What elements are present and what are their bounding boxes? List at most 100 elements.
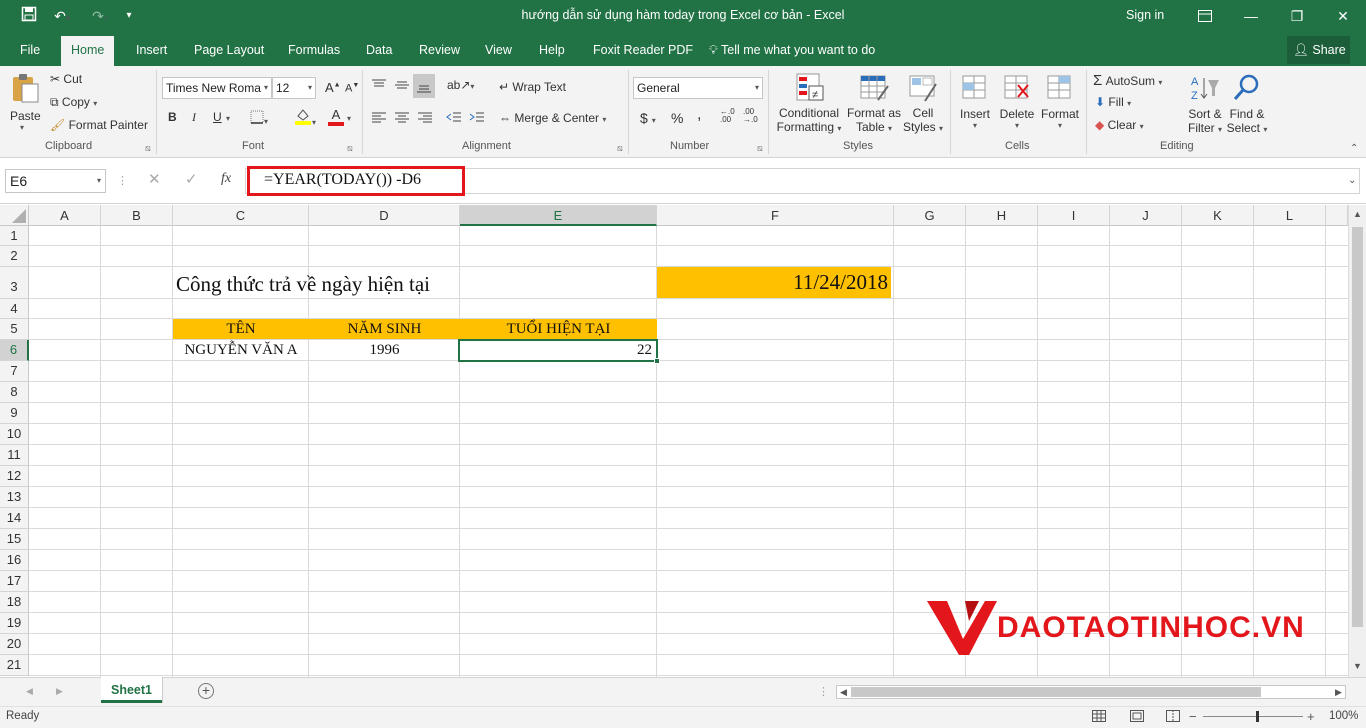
cut-button[interactable]: ✂ Cut <box>50 72 82 86</box>
row-header-1[interactable]: 1 <box>0 226 29 246</box>
scroll-down-icon[interactable]: ▼ <box>1353 661 1362 671</box>
tab-help[interactable]: Help <box>539 40 565 64</box>
name-box[interactable]: E6 ▾ <box>5 169 106 193</box>
number-launcher-icon[interactable]: ⧅ <box>757 143 763 154</box>
worksheet-grid[interactable]: A B C D E F G H I J K L 1 2 3 4 5 6 7 8 … <box>0 205 1348 677</box>
fill-handle[interactable] <box>654 358 660 364</box>
align-top-icon[interactable] <box>371 78 387 95</box>
fill-color-icon[interactable]: ▾ <box>294 107 316 128</box>
tab-view[interactable]: View <box>485 40 512 64</box>
autosum-button[interactable]: Σ AutoSum ▾ <box>1093 72 1162 89</box>
cell-f3[interactable]: 11/24/2018 <box>657 267 891 298</box>
tab-split-handle-icon[interactable]: ⋮ <box>818 685 829 698</box>
align-right-icon[interactable] <box>417 111 433 126</box>
fill-button[interactable]: ⬇ Fill ▾ <box>1095 95 1131 109</box>
comma-button[interactable]: , <box>697 106 701 124</box>
zoom-slider-track[interactable] <box>1203 716 1303 717</box>
row-header-19[interactable]: 19 <box>0 613 29 634</box>
tab-home[interactable]: Home <box>61 36 115 66</box>
page-layout-view-icon[interactable] <box>1130 710 1144 725</box>
minimize-button[interactable]: — <box>1228 0 1274 32</box>
row-header-5[interactable]: 5 <box>0 319 29 340</box>
select-all-button[interactable] <box>0 205 29 226</box>
column-header-f[interactable]: F <box>657 205 894 226</box>
tab-review[interactable]: Review <box>419 40 460 64</box>
underline-button[interactable]: U <box>213 110 222 124</box>
scroll-up-icon[interactable]: ▲ <box>1353 209 1362 219</box>
column-header-j[interactable]: J <box>1110 205 1182 226</box>
save-icon[interactable] <box>18 6 40 26</box>
row-header-3[interactable]: 3 <box>0 267 29 299</box>
tab-insert[interactable]: Insert <box>136 40 167 64</box>
horizontal-scrollbar[interactable]: ◀ ▶ <box>836 685 1346 699</box>
cell-d5[interactable]: NĂM SINH <box>309 319 460 339</box>
row-header-21[interactable]: 21 <box>0 655 29 676</box>
font-color-dropdown-icon[interactable]: ▾ <box>347 114 351 123</box>
cell-c3[interactable]: Công thức trả về ngày hiện tại <box>176 271 430 297</box>
decrease-font-icon[interactable]: A▼ <box>345 82 359 95</box>
next-sheet-icon[interactable]: ▶ <box>56 686 63 697</box>
h-scroll-thumb[interactable] <box>851 687 1261 697</box>
tell-me-box[interactable]: 💡︎ Tell me what you want to do <box>709 40 875 64</box>
tab-data[interactable]: Data <box>366 40 392 64</box>
row-header-8[interactable]: 8 <box>0 382 29 403</box>
scroll-left-icon[interactable]: ◀ <box>840 687 847 698</box>
column-header-e[interactable]: E <box>460 205 657 226</box>
find-select-button[interactable]: Find & Select ▾ <box>1226 72 1268 135</box>
row-header-17[interactable]: 17 <box>0 571 29 592</box>
cell-c5[interactable]: TÊN <box>173 319 309 339</box>
row-header-18[interactable]: 18 <box>0 592 29 613</box>
row-header-12[interactable]: 12 <box>0 466 29 487</box>
ribbon-display-options-icon[interactable] <box>1182 0 1228 32</box>
cell-styles-button[interactable]: Cell Styles ▾ <box>902 72 944 134</box>
column-header-a[interactable]: A <box>29 205 101 226</box>
page-break-view-icon[interactable] <box>1166 710 1180 725</box>
align-center-icon[interactable] <box>394 111 410 126</box>
cell-e5[interactable]: TUỔI HIỆN TẠI <box>460 319 657 339</box>
row-header-13[interactable]: 13 <box>0 487 29 508</box>
column-header-i[interactable]: I <box>1038 205 1110 226</box>
close-button[interactable]: ✕ <box>1320 0 1366 32</box>
restore-button[interactable]: ❐ <box>1274 0 1320 32</box>
column-header-m[interactable] <box>1326 205 1348 226</box>
column-header-k[interactable]: K <box>1182 205 1254 226</box>
formula-text[interactable]: =YEAR(TODAY()) -D6 <box>264 171 421 189</box>
merge-center-button[interactable]: ⇔ Merge & Center ▾ <box>499 111 606 125</box>
font-size-select[interactable]: 12 ▾ <box>272 77 316 99</box>
zoom-out-icon[interactable]: − <box>1189 709 1197 724</box>
tab-foxit-reader-pdf[interactable]: Foxit Reader PDF <box>593 40 693 64</box>
prev-sheet-icon[interactable]: ◀ <box>26 686 33 697</box>
copy-button[interactable]: ⧉ Copy ▾ <box>50 95 97 110</box>
font-color-icon[interactable]: A <box>328 107 344 126</box>
number-format-select[interactable]: General ▾ <box>633 77 763 99</box>
orientation-icon[interactable]: ab↗▾ <box>447 78 474 92</box>
italic-button[interactable]: I <box>192 110 196 125</box>
undo-icon[interactable]: ↶▾ <box>48 6 76 26</box>
font-name-select[interactable]: Times New Roma ▾ <box>162 77 272 99</box>
row-header-20[interactable]: 20 <box>0 634 29 655</box>
redo-icon[interactable]: ↷▾ <box>86 6 114 26</box>
customize-qat-icon[interactable]: ▾ <box>118 6 140 26</box>
sort-filter-button[interactable]: AZ Sort & Filter ▾ <box>1184 72 1226 135</box>
align-bottom-icon[interactable] <box>413 74 435 98</box>
bold-button[interactable]: B <box>168 110 177 124</box>
row-header-9[interactable]: 9 <box>0 403 29 424</box>
tab-file[interactable]: File <box>20 40 40 64</box>
row-header-4[interactable]: 4 <box>0 299 29 319</box>
column-header-h[interactable]: H <box>966 205 1038 226</box>
increase-font-icon[interactable]: A▲ <box>325 80 341 95</box>
percent-button[interactable]: % <box>671 110 683 126</box>
clipboard-launcher-icon[interactable]: ⧅ <box>145 143 151 154</box>
expand-formula-bar-icon[interactable]: ⌄ <box>1348 175 1356 186</box>
underline-dropdown-icon[interactable]: ▾ <box>226 114 230 123</box>
format-cells-button[interactable]: Format ▾ <box>1039 72 1081 130</box>
conditional-formatting-button[interactable]: ≠ Conditional Formatting ▾ <box>774 72 844 134</box>
format-as-table-button[interactable]: Format as Table ▾ <box>846 72 902 134</box>
font-launcher-icon[interactable]: ⧅ <box>347 143 353 154</box>
insert-function-button[interactable]: fx <box>221 171 231 187</box>
row-header-2[interactable]: 2 <box>0 246 29 267</box>
format-painter-button[interactable]: 🖌︎ Format Painter <box>50 118 148 132</box>
cancel-icon[interactable]: ✕ <box>148 170 161 188</box>
clear-button[interactable]: ◆ Clear ▾ <box>1095 118 1144 132</box>
cell-c6[interactable]: NGUYỄN VĂN A <box>173 340 309 360</box>
